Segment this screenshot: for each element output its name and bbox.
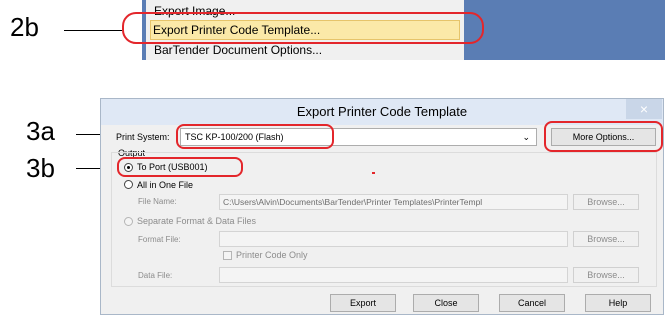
close-button[interactable]: Close bbox=[413, 294, 479, 312]
data-file-label: Data File: bbox=[138, 271, 173, 280]
highlight-outline-more-options bbox=[544, 121, 663, 152]
format-file-field[interactable] bbox=[219, 231, 568, 247]
printer-code-only-label[interactable]: Printer Code Only bbox=[236, 249, 308, 261]
file-name-browse-button[interactable]: Browse... bbox=[573, 194, 639, 210]
close-icon[interactable]: × bbox=[626, 99, 662, 119]
leader-line-2b bbox=[64, 30, 122, 31]
all-in-one-radio[interactable] bbox=[124, 180, 133, 189]
separate-files-label[interactable]: Separate Format & Data Files bbox=[137, 215, 256, 227]
all-in-one-label[interactable]: All in One File bbox=[137, 179, 193, 191]
printer-code-only-checkbox[interactable] bbox=[223, 251, 232, 260]
file-name-label: File Name: bbox=[138, 197, 177, 206]
step-label-3a: 3a bbox=[26, 116, 55, 146]
data-file-field[interactable] bbox=[219, 267, 568, 283]
step-label-3b: 3b bbox=[26, 153, 55, 183]
help-button[interactable]: Help bbox=[585, 294, 651, 312]
chevron-down-icon: ⌄ bbox=[522, 132, 530, 142]
separate-files-radio[interactable] bbox=[124, 217, 133, 226]
print-system-label: Print System: bbox=[116, 132, 170, 142]
cancel-button[interactable]: Cancel bbox=[499, 294, 565, 312]
export-button[interactable]: Export bbox=[330, 294, 396, 312]
highlight-outline-3a bbox=[176, 124, 334, 149]
format-file-label: Format File: bbox=[138, 235, 181, 244]
highlight-outline-3b bbox=[117, 157, 243, 177]
data-file-browse-button[interactable]: Browse... bbox=[573, 267, 639, 283]
format-file-browse-button[interactable]: Browse... bbox=[573, 231, 639, 247]
highlight-outline-2b bbox=[122, 12, 484, 44]
file-name-field[interactable]: C:\Users\Alvin\Documents\BarTender\Print… bbox=[219, 194, 568, 210]
step-label-2b: 2b bbox=[10, 12, 39, 42]
red-mark bbox=[372, 172, 375, 174]
